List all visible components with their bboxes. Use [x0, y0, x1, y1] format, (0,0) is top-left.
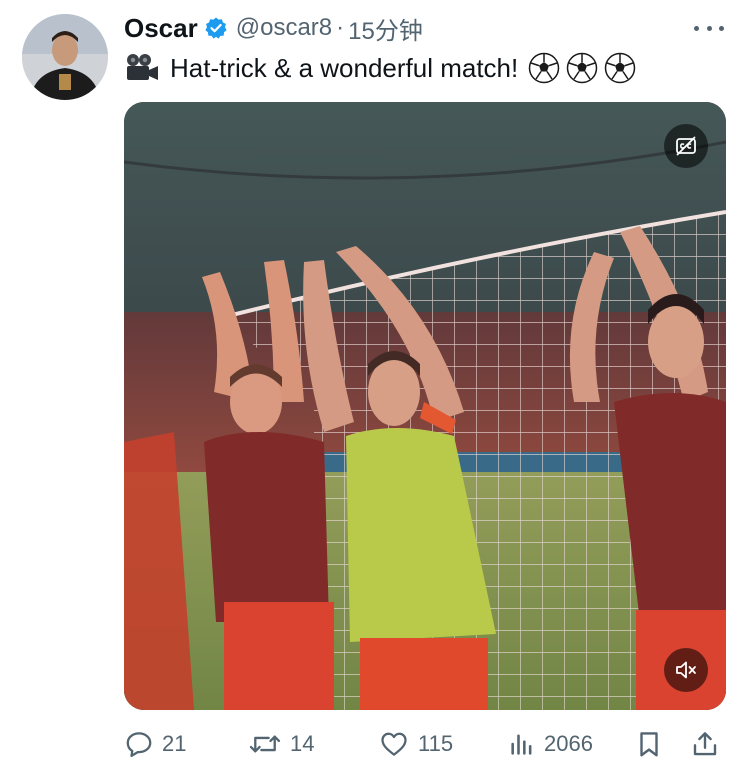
muted-speaker-icon — [676, 661, 696, 679]
more-dot-icon — [719, 25, 724, 31]
author-handle[interactable]: @oscar8 — [236, 14, 332, 42]
video-player[interactable] — [124, 102, 726, 710]
repost-button[interactable]: 14 — [248, 724, 314, 764]
views-button[interactable]: 2066 — [508, 724, 593, 764]
bookmark-icon — [640, 732, 658, 757]
heart-icon — [381, 732, 407, 756]
share-button[interactable] — [690, 724, 720, 764]
soccer-ball-icon — [528, 52, 560, 84]
tweet-text-body: Hat-trick & a wonderful match! — [170, 52, 519, 83]
tweet-action-bar: 21 14 115 2066 — [124, 724, 726, 764]
avatar[interactable] — [22, 14, 108, 100]
repost-count: 14 — [290, 731, 315, 756]
bookmark-button[interactable] — [634, 724, 664, 764]
author-name[interactable]: Oscar — [124, 13, 198, 44]
repost-icon — [249, 735, 281, 753]
share-icon — [693, 732, 717, 756]
reply-button[interactable]: 21 — [124, 724, 186, 764]
more-dot-icon — [706, 25, 712, 31]
volume-toggle-button[interactable] — [664, 648, 708, 692]
captions-toggle-button[interactable] — [664, 124, 708, 168]
verified-badge-icon — [204, 16, 228, 40]
separator-dot: · — [336, 14, 345, 41]
like-count: 115 — [418, 731, 454, 756]
timestamp[interactable]: 15分钟 — [348, 11, 423, 46]
reply-count: 21 — [162, 731, 187, 756]
view-count: 2066 — [544, 731, 593, 756]
captions-off-icon — [676, 136, 696, 156]
soccer-ball-icon — [566, 52, 598, 84]
more-options-button[interactable] — [694, 16, 724, 40]
movie-camera-icon — [127, 54, 158, 80]
soccer-ball-icon — [604, 52, 636, 84]
reply-icon — [126, 732, 152, 757]
tweet-text: Hat-trick & a wonderful match! — [124, 50, 636, 86]
like-button[interactable]: 115 — [378, 724, 453, 764]
more-dot-icon — [694, 25, 699, 31]
analytics-icon — [511, 734, 532, 755]
tweet-header: Oscar @oscar8 · 15分钟 — [124, 11, 423, 46]
video-frame — [124, 102, 726, 710]
